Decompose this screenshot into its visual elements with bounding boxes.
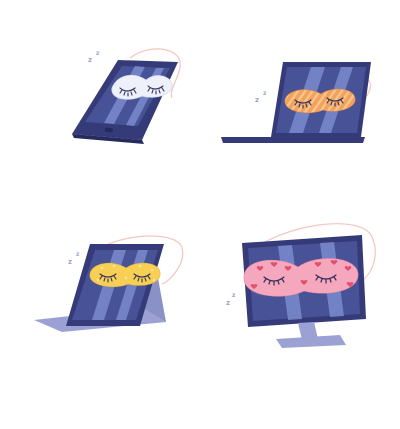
- monitor-base: [276, 335, 346, 348]
- sleeping-tablet-illustration: z z: [30, 228, 195, 343]
- sleeping-laptop-illustration: z z: [215, 40, 375, 150]
- sleep-z-icon: z: [96, 50, 100, 57]
- sleep-z-icon: z: [68, 258, 72, 266]
- sleep-z-icon: z: [232, 292, 236, 299]
- sleep-z-icon: z: [76, 251, 80, 258]
- white-sleep-mask: [111, 74, 173, 100]
- sleeping-phone-illustration: z z: [60, 38, 190, 148]
- sleep-z-icon: z: [263, 90, 267, 97]
- illustration-canvas: z z z z z z z z: [0, 0, 400, 429]
- sleep-z-icon: z: [255, 96, 259, 104]
- sleep-z-icon: z: [226, 299, 230, 307]
- sleep-z-icon: z: [88, 56, 92, 64]
- home-button: [104, 127, 114, 133]
- laptop-base: [221, 137, 365, 143]
- sleeping-monitor-illustration: z z: [222, 215, 382, 350]
